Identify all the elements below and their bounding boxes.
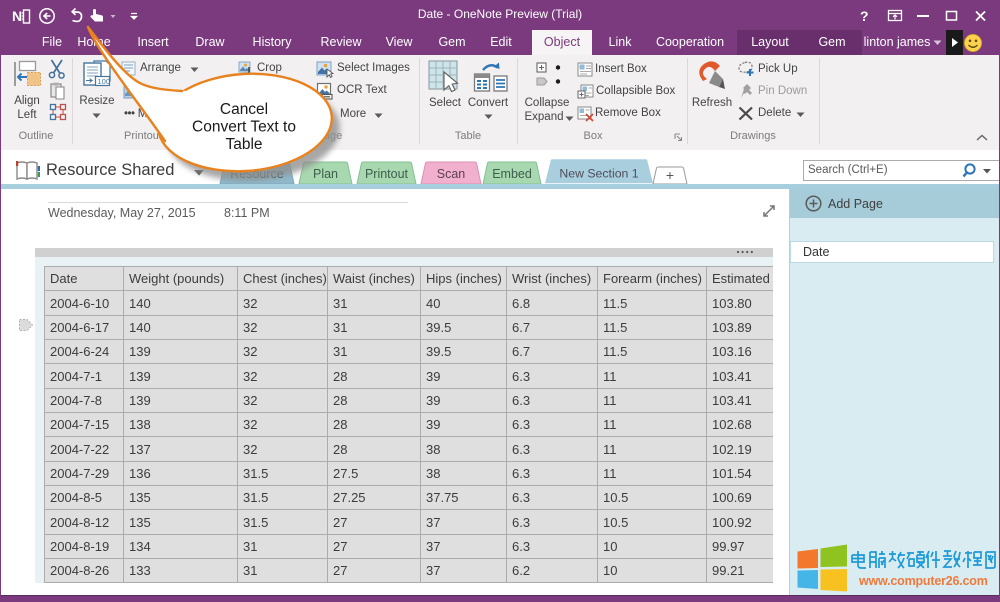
svg-text:N: N xyxy=(12,8,22,24)
svg-text:Convert Text to: Convert Text to xyxy=(192,119,296,136)
svg-text:Cancel: Cancel xyxy=(220,101,268,118)
svg-text:+: + xyxy=(666,167,674,183)
svg-text:Embed: Embed xyxy=(492,167,532,181)
svg-text:New Section 1: New Section 1 xyxy=(559,167,638,181)
svg-text:Scan: Scan xyxy=(437,167,466,181)
svg-text:Table: Table xyxy=(225,136,262,153)
svg-text:?: ? xyxy=(860,8,869,24)
svg-text:Printout: Printout xyxy=(365,167,409,181)
